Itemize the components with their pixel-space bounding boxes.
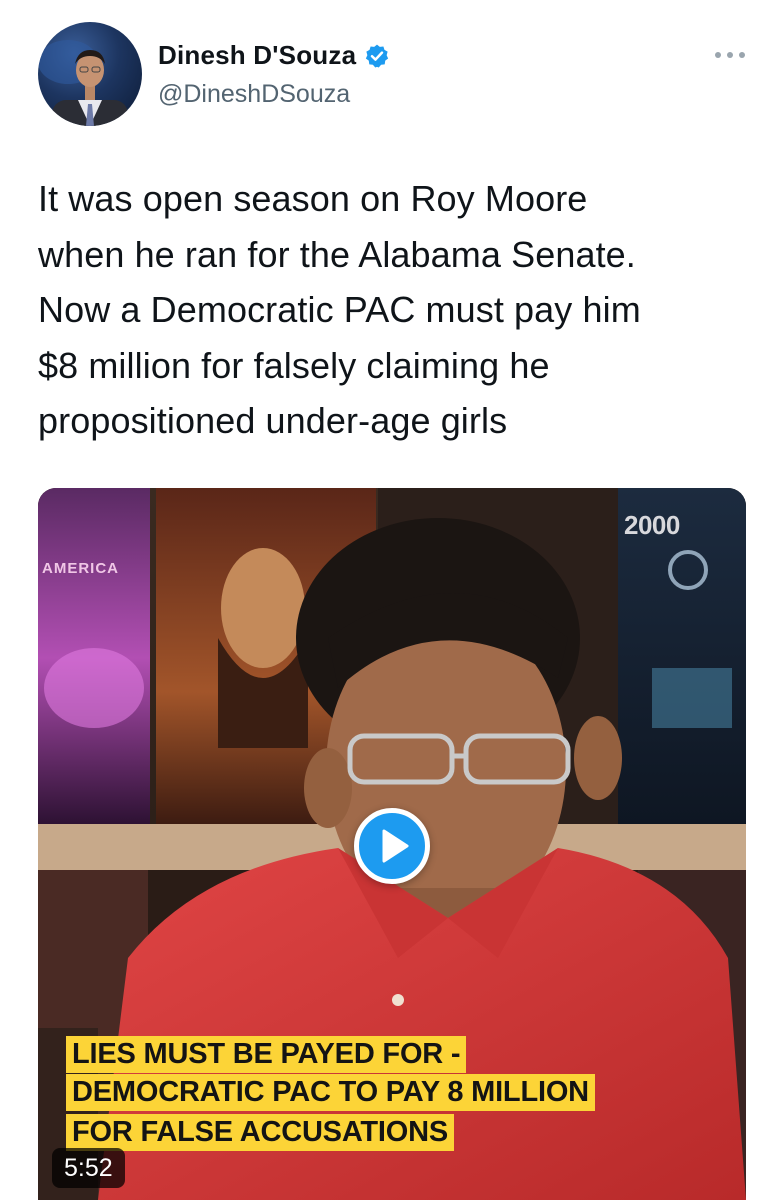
verified-badge-icon <box>364 43 390 69</box>
video-caption-line: FOR FALSE ACCUSATIONS <box>66 1114 455 1151</box>
play-icon <box>382 829 409 863</box>
poster-year-text: 2000 <box>624 510 680 540</box>
author-display-name[interactable]: Dinesh D'Souza <box>158 40 356 71</box>
avatar-photo <box>38 40 128 126</box>
author-handle[interactable]: @DineshDSouza <box>158 80 350 109</box>
avatar[interactable] <box>38 22 142 126</box>
video-duration-badge: 5:52 <box>52 1148 125 1188</box>
video-player[interactable]: 2000 AMERICA LIES MUST BE PAYED FOR - DE… <box>38 488 746 1200</box>
tweet-header: Dinesh D'Souza @DineshDSouza <box>0 0 784 150</box>
more-dots-icon[interactable] <box>712 45 748 65</box>
video-caption-line: DEMOCRATIC PAC TO PAY 8 MILLION <box>66 1074 595 1111</box>
video-caption-line: LIES MUST BE PAYED FOR - <box>66 1036 467 1073</box>
play-button[interactable] <box>354 808 430 884</box>
poster-title-text: AMERICA <box>42 560 119 577</box>
tweet-text: It was open season on Roy Moore when he … <box>38 178 641 441</box>
